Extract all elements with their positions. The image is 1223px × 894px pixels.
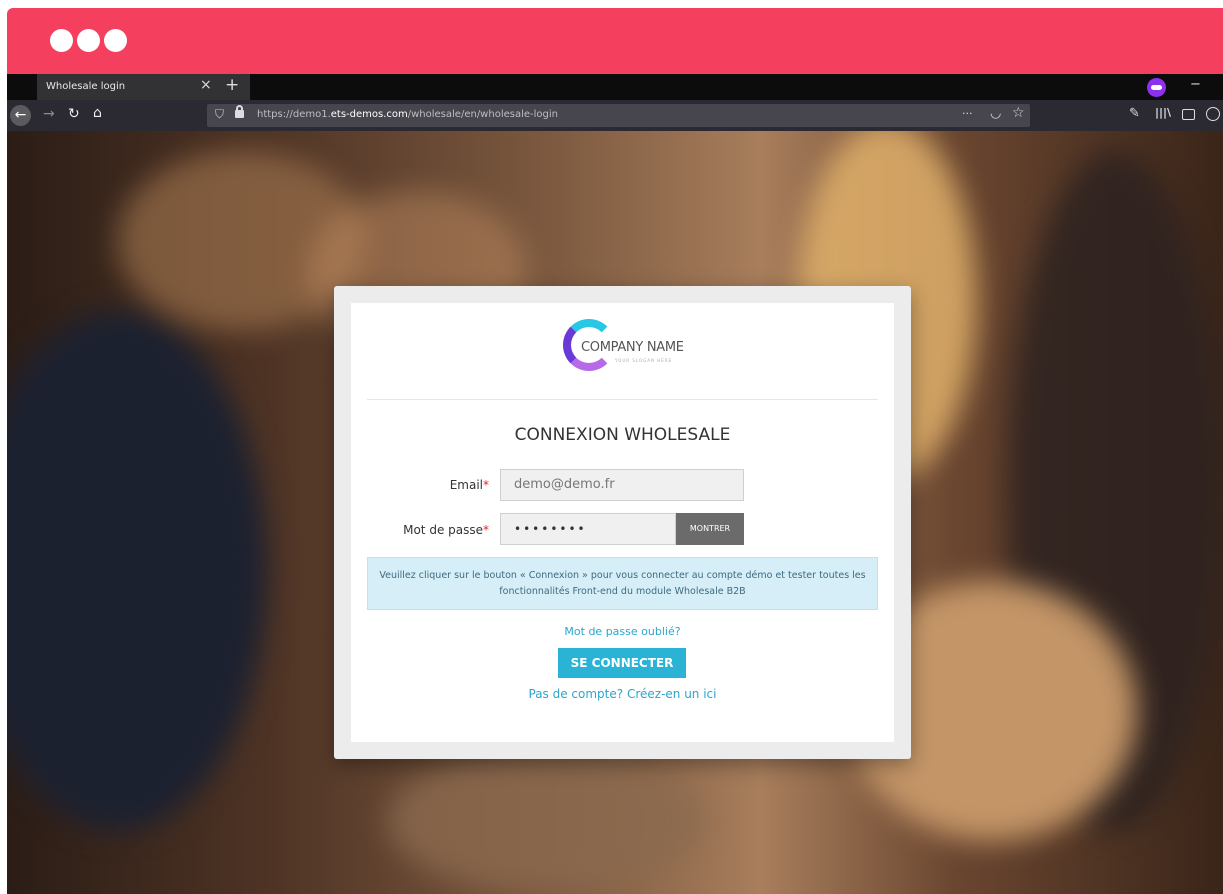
browser-window: Wholesale login × + − ← → ↻ ⌂ ⛉ https://… [7,8,1223,894]
form-title: CONNEXION WHOLESALE [514,425,731,445]
company-slogan: YOUR SLOGAN HERE [615,358,673,363]
create-account-link[interactable]: Pas de compte? Créez-en un ici [351,687,894,701]
reload-icon[interactable]: ↻ [68,106,80,122]
password-label: Mot de passe* [403,523,489,537]
bookmark-star-icon[interactable]: ☆ [1012,105,1025,121]
window-dot-2 [77,29,100,52]
window-titlebar [7,8,1223,74]
address-bar[interactable]: ⛉ https://demo1.ets-demos.com/wholesale/… [207,104,1030,127]
new-tab-icon[interactable]: + [225,75,239,95]
account-icon[interactable] [1206,107,1220,121]
sidebar-icon[interactable] [1182,109,1195,120]
password-field[interactable]: •••••••• [500,513,676,545]
background-shape [7,311,267,831]
tab-close-icon[interactable]: × [200,77,212,93]
tab-title: Wholesale login [46,81,126,92]
library-icon[interactable]: |||\ [1155,106,1171,119]
pocket-icon[interactable]: ◡ [990,106,1001,121]
login-modal: COMPANY NAME YOUR SLOGAN HERE CONNEXION … [334,286,911,759]
wrench-icon[interactable]: ✎ [1129,106,1140,121]
tab-wholesale-login[interactable]: Wholesale login × [37,74,250,100]
forward-arrow-icon[interactable]: → [43,106,55,122]
company-name: COMPANY NAME [581,340,684,355]
back-arrow-icon[interactable]: ← [10,105,31,126]
shield-icon[interactable]: ⛉ [215,107,224,122]
divider [367,399,878,400]
email-label: Email* [449,478,489,492]
window-dot-3 [104,29,127,52]
info-message: Veuillez cliquer sur le bouton « Connexi… [367,557,878,610]
minimize-icon[interactable]: − [1190,77,1201,92]
private-browsing-icon [1147,78,1166,97]
login-card: COMPANY NAME YOUR SLOGAN HERE CONNEXION … [351,303,894,742]
email-field[interactable]: demo@demo.fr [500,469,744,501]
page-background: COMPANY NAME YOUR SLOGAN HERE CONNEXION … [7,131,1223,894]
tab-bar: Wholesale login × + − [7,74,1223,100]
page-actions-icon[interactable]: ··· [962,107,973,120]
navigation-bar: ← → ↻ ⌂ ⛉ https://demo1.ets-demos.com/wh… [7,100,1223,131]
background-shape [387,751,707,891]
window-dot-1 [50,29,73,52]
url-text[interactable]: https://demo1.ets-demos.com/wholesale/en… [257,109,558,120]
login-button[interactable]: SE CONNECTER [558,648,686,678]
lock-icon[interactable] [235,105,244,118]
home-icon[interactable]: ⌂ [93,105,102,121]
company-logo: COMPANY NAME YOUR SLOGAN HERE [563,317,693,387]
forgot-password-link[interactable]: Mot de passe oublié? [351,625,894,638]
show-password-button[interactable]: MONTRER [676,513,744,545]
